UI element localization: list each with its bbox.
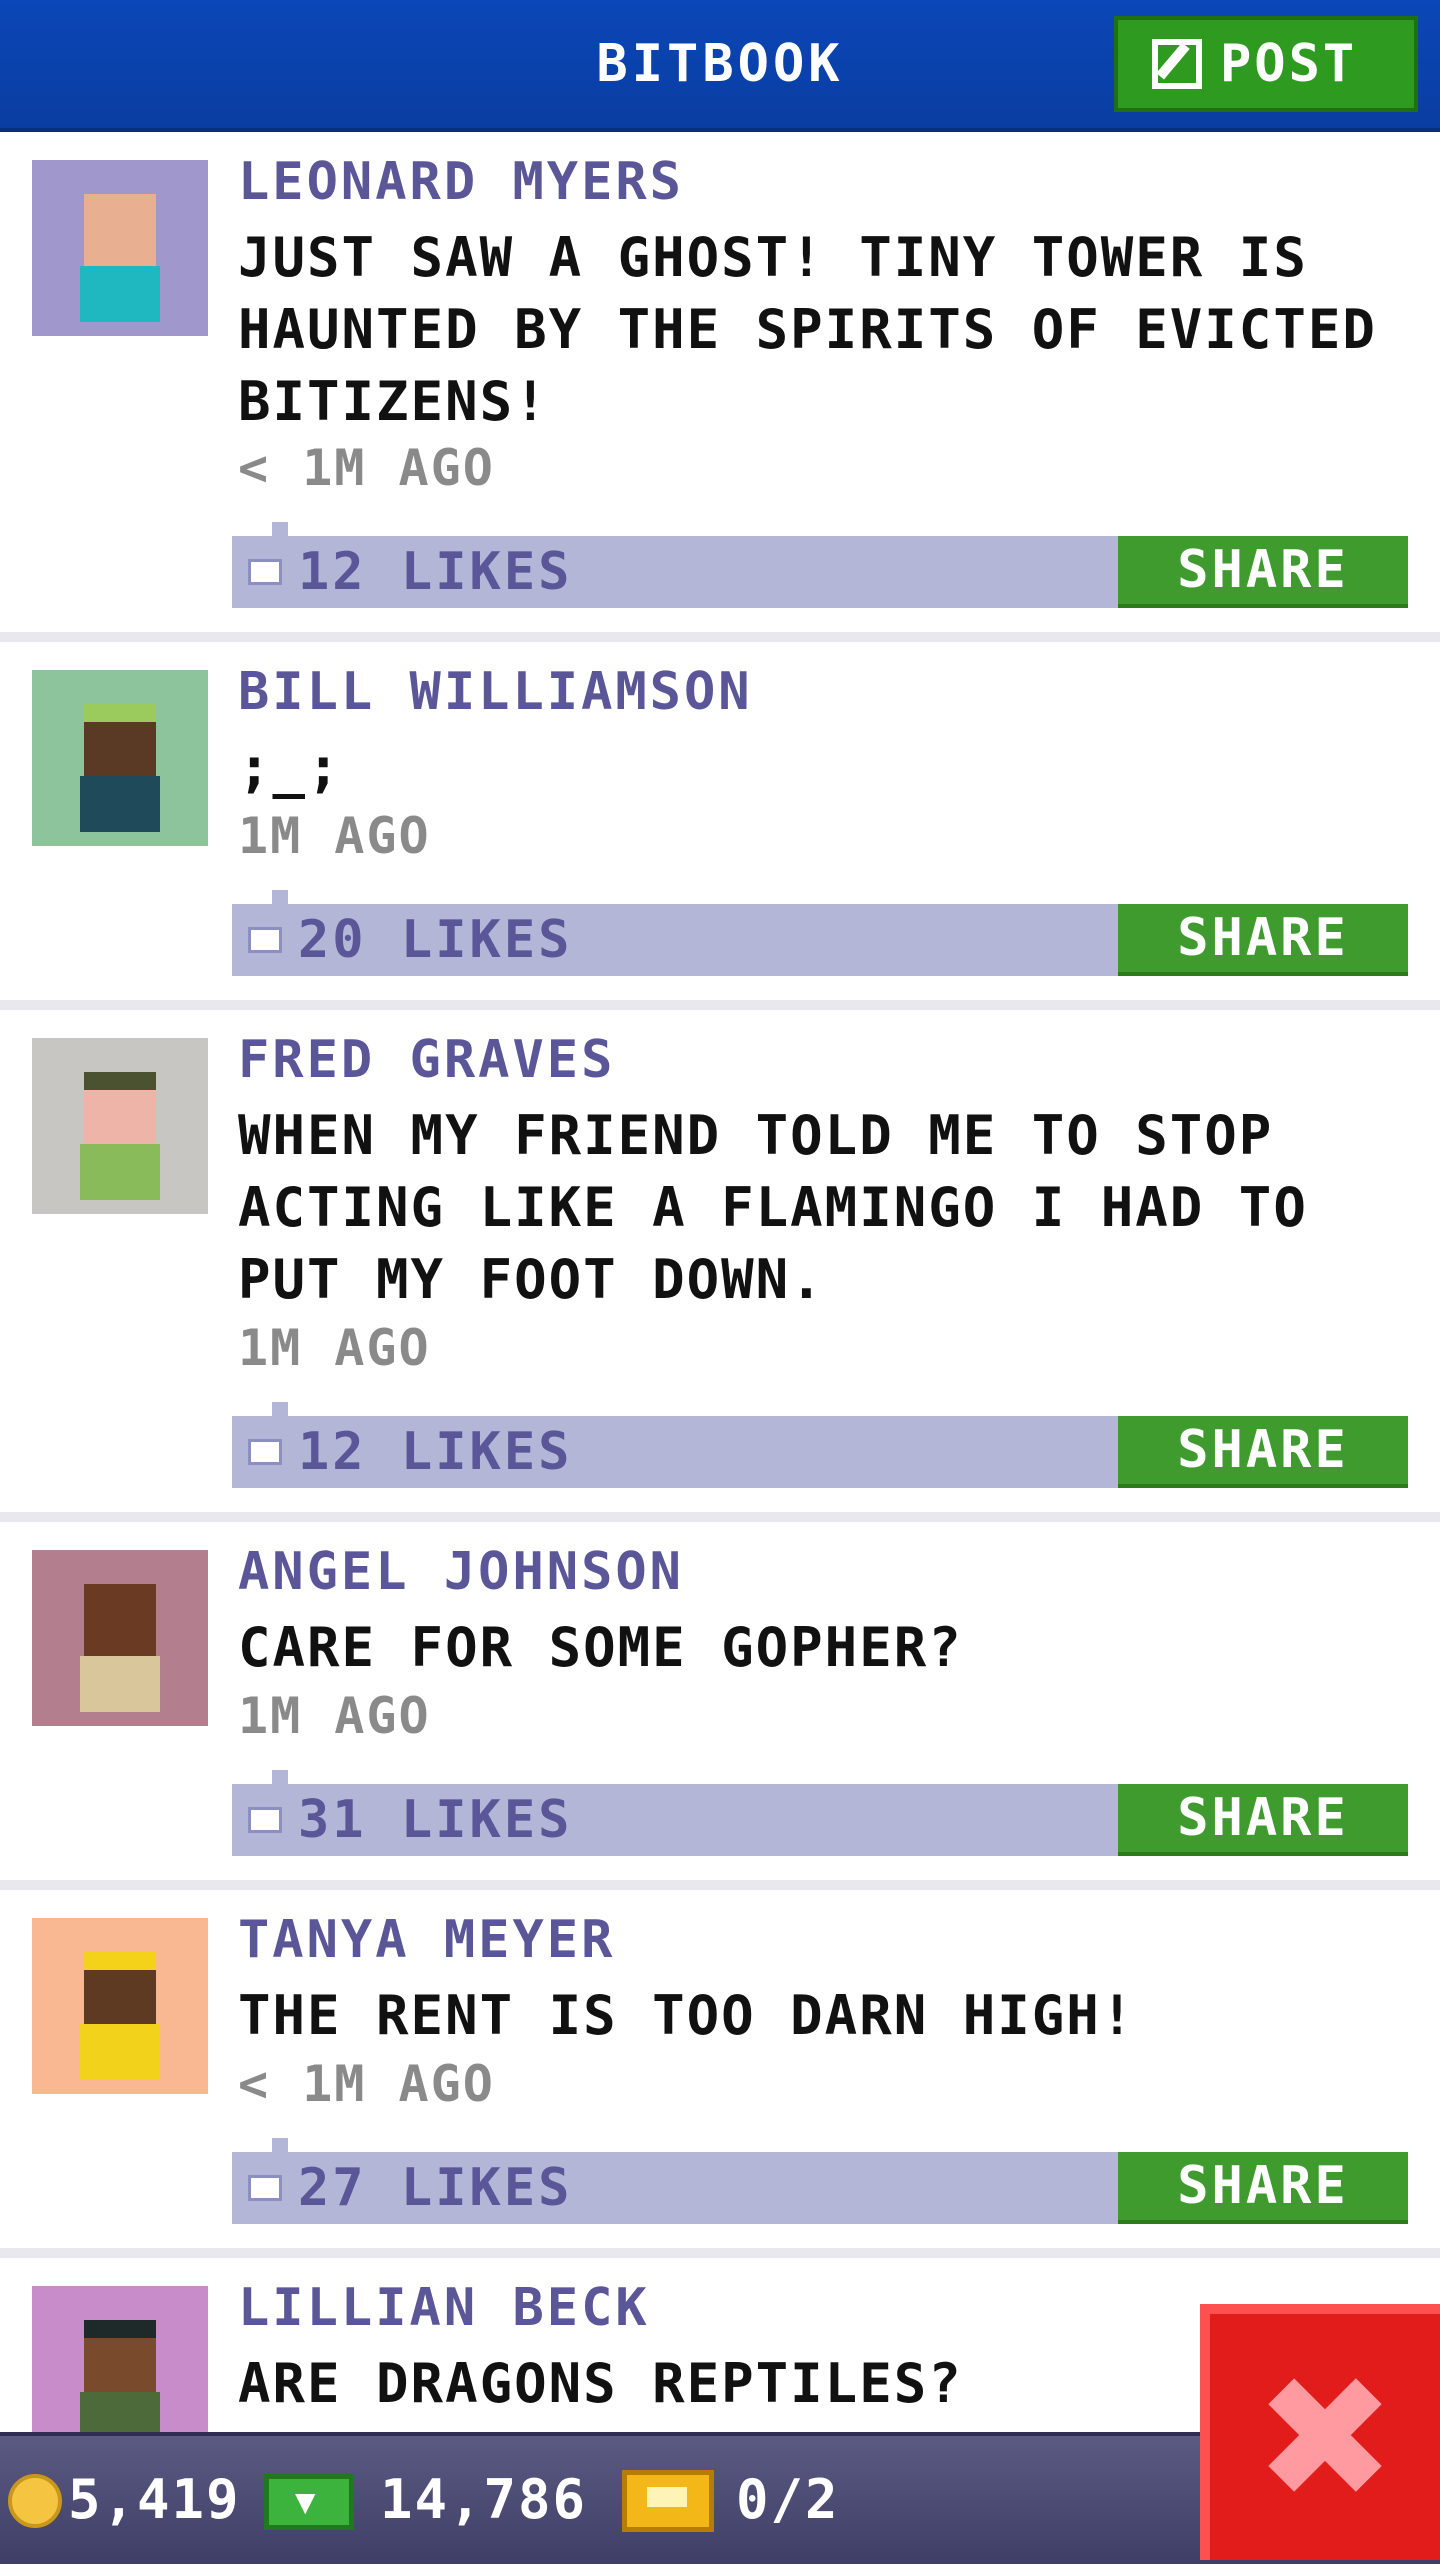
like-bar: 12 LIKES SHARE [232,1402,1408,1488]
edit-icon [1152,39,1202,89]
like-bar: 12 LIKES SHARE [232,522,1408,608]
feed[interactable]: LEONARD MYERS JUST SAW A GHOST! TINY TOW… [0,132,1440,2432]
post-author[interactable]: LILLIAN BECK [238,2278,650,2338]
avatar [32,2286,208,2432]
feed-post: FRED GRAVES WHEN MY FRIEND TOLD ME TO ST… [0,1010,1440,1522]
post-author[interactable]: BILL WILLIAMSON [238,662,753,722]
like-button[interactable]: 12 LIKES [248,536,572,608]
bux-icon [264,2474,354,2530]
bux-count: 14,786 [380,2468,588,2531]
like-bar: 20 LIKES SHARE [232,890,1408,976]
post-message: JUST SAW A GHOST! TINY TOWER IS HAUNTED … [238,226,1377,433]
ticket-count: 0/2 [736,2468,840,2531]
like-count: 20 LIKES [298,910,573,970]
post-author[interactable]: LEONARD MYERS [238,152,684,212]
like-button[interactable]: 31 LIKES [248,1784,572,1856]
post-author[interactable]: FRED GRAVES [238,1030,615,1090]
post-time: 1M AGO [238,1319,431,1377]
avatar [32,1550,208,1726]
post-message: WHEN MY FRIEND TOLD ME TO STOP ACTING LI… [238,1104,1308,1311]
feed-post: BILL WILLIAMSON ;_; 1M AGO 20 LIKES SHAR… [0,642,1440,1010]
like-count: 12 LIKES [298,542,573,602]
post-button-label: POST [1220,34,1358,94]
share-button[interactable]: SHARE [1118,2152,1408,2224]
share-button[interactable]: SHARE [1118,904,1408,976]
post-message: THE RENT IS TOO DARN HIGH! [238,1984,1136,2047]
post-author[interactable]: ANGEL JOHNSON [238,1542,684,1602]
like-button[interactable]: 20 LIKES [248,904,572,976]
thumbs-up-icon [248,559,282,585]
feed-post: TANYA MEYER THE RENT IS TOO DARN HIGH! <… [0,1890,1440,2258]
post-message: CARE FOR SOME GOPHER? [238,1616,963,1679]
ticket-icon [622,2470,714,2532]
post-time: < 1M AGO [238,439,495,497]
share-button[interactable]: SHARE [1118,1416,1408,1488]
thumbs-up-icon [248,2175,282,2201]
share-button[interactable]: SHARE [1118,1784,1408,1856]
share-button[interactable]: SHARE [1118,536,1408,608]
avatar [32,1038,208,1214]
like-button[interactable]: 27 LIKES [248,2152,572,2224]
thumbs-up-icon [248,927,282,953]
top-bar: BITBOOK POST [0,0,1440,132]
avatar [32,160,208,336]
feed-post: ANGEL JOHNSON CARE FOR SOME GOPHER? 1M A… [0,1522,1440,1890]
like-count: 27 LIKES [298,2158,573,2218]
avatar [32,670,208,846]
close-button[interactable]: ✖ [1200,2304,1440,2560]
feed-post: LEONARD MYERS JUST SAW A GHOST! TINY TOW… [0,132,1440,642]
post-button[interactable]: POST [1114,16,1418,112]
like-bar: 31 LIKES SHARE [232,1770,1408,1856]
post-author[interactable]: TANYA MEYER [238,1910,615,1970]
like-bar: 27 LIKES SHARE [232,2138,1408,2224]
coin-icon [8,2474,62,2528]
thumbs-up-icon [248,1807,282,1833]
post-time: 1M AGO [238,1687,431,1745]
like-button[interactable]: 12 LIKES [248,1416,572,1488]
post-message: ;_; [238,736,342,799]
post-time: 1M AGO [238,807,431,865]
thumbs-up-icon [248,1439,282,1465]
close-icon: ✖ [1253,2340,1397,2538]
post-time: < 1M AGO [238,2055,495,2113]
like-count: 12 LIKES [298,1422,573,1482]
avatar [32,1918,208,2094]
like-count: 31 LIKES [298,1790,573,1850]
coin-count: 5,419 [68,2468,241,2531]
